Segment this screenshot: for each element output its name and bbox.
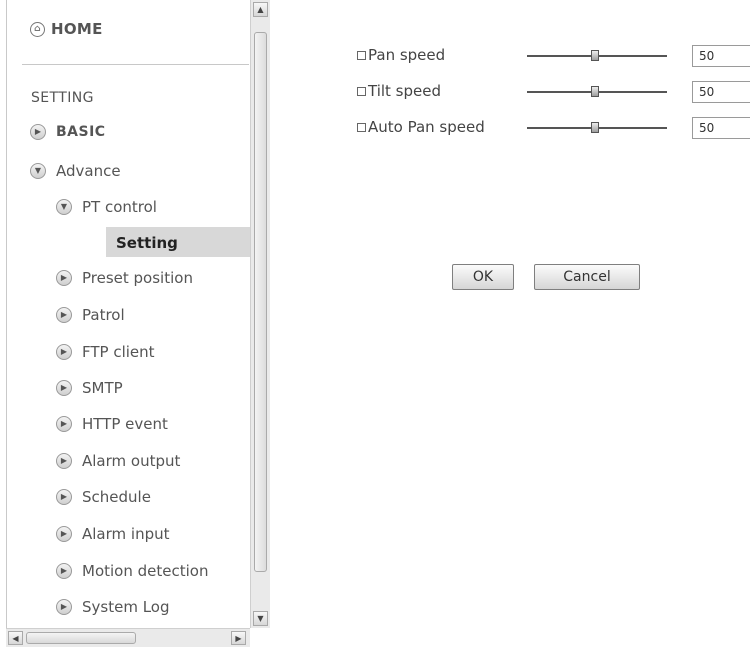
nav-item-basic[interactable]: ▶ BASIC bbox=[30, 124, 106, 140]
scroll-up-button[interactable]: ▲ bbox=[253, 2, 268, 17]
nav-item-alarm-input[interactable]: ▶ Alarm input bbox=[56, 525, 170, 543]
pan-speed-input[interactable] bbox=[692, 45, 750, 67]
arrow-right-icon: ▶ bbox=[56, 270, 72, 286]
setting-heading: SETTING bbox=[31, 90, 94, 106]
navigation-panel: ⌂ HOME SETTING ▶ BASIC ▼ Advance ▼ PT co… bbox=[0, 0, 272, 653]
nav-item-motion-detection[interactable]: ▶ Motion detection bbox=[56, 562, 208, 580]
arrow-down-icon: ▼ bbox=[56, 199, 72, 215]
arrow-right-icon: ▶ bbox=[56, 563, 72, 579]
nav-item-patrol[interactable]: ▶ Patrol bbox=[56, 306, 125, 324]
nav-item-http-event[interactable]: ▶ HTTP event bbox=[56, 415, 168, 433]
nav-item-label: Alarm output bbox=[82, 452, 181, 470]
nav-item-label: Schedule bbox=[82, 488, 151, 506]
tilt-speed-row: Tilt speed bbox=[357, 81, 750, 103]
home-icon: ⌂ bbox=[30, 21, 45, 37]
nav-item-label: BASIC bbox=[56, 124, 106, 140]
arrow-down-icon: ▼ bbox=[30, 163, 46, 179]
nav-divider bbox=[22, 64, 249, 65]
nav-item-ftp-client[interactable]: ▶ FTP client bbox=[56, 343, 155, 361]
vertical-scroll-thumb[interactable] bbox=[254, 32, 267, 572]
horizontal-scrollbar[interactable]: ◀ ▶ bbox=[6, 628, 250, 647]
arrow-right-icon: ▶ bbox=[56, 599, 72, 615]
nav-item-label: Motion detection bbox=[82, 562, 209, 580]
arrow-right-icon: ▶ bbox=[56, 344, 72, 360]
home-link[interactable]: ⌂ HOME bbox=[30, 17, 103, 41]
nav-item-smtp[interactable]: ▶ SMTP bbox=[56, 379, 123, 397]
tilt-speed-text: Tilt speed bbox=[368, 82, 442, 100]
arrow-right-icon: ▶ bbox=[56, 416, 72, 432]
auto-pan-speed-text: Auto Pan speed bbox=[368, 118, 485, 136]
nav-item-setting[interactable]: Setting bbox=[116, 234, 178, 252]
nav-item-advance[interactable]: ▼ Advance bbox=[30, 162, 121, 180]
nav-item-label: HTTP event bbox=[82, 415, 168, 433]
frame-border bbox=[6, 0, 7, 628]
nav-item-label: Preset position bbox=[82, 269, 193, 287]
nav-item-schedule[interactable]: ▶ Schedule bbox=[56, 488, 151, 506]
horizontal-scroll-thumb[interactable] bbox=[26, 632, 136, 644]
tilt-speed-label: Tilt speed bbox=[357, 82, 441, 100]
nav-item-label: SMTP bbox=[82, 379, 123, 397]
tilt-speed-input[interactable] bbox=[692, 81, 750, 103]
auto-pan-speed-input[interactable] bbox=[692, 117, 750, 139]
auto-pan-speed-row: Auto Pan speed bbox=[357, 117, 750, 139]
scroll-right-button[interactable]: ▶ bbox=[231, 631, 246, 645]
arrow-right-icon: ▶ bbox=[30, 124, 46, 140]
pan-speed-label: Pan speed bbox=[357, 46, 445, 64]
ok-button[interactable]: OK bbox=[452, 264, 514, 290]
nav-item-label: Alarm input bbox=[82, 525, 170, 543]
tilt-speed-slider-thumb[interactable] bbox=[591, 86, 599, 97]
arrow-right-icon: ▶ bbox=[56, 380, 72, 396]
auto-pan-speed-slider-thumb[interactable] bbox=[591, 122, 599, 133]
nav-item-label: Advance bbox=[56, 162, 121, 180]
nav-item-label: PT control bbox=[82, 198, 157, 216]
nav-item-label: FTP client bbox=[82, 343, 155, 361]
pan-speed-text: Pan speed bbox=[368, 46, 446, 64]
scroll-down-button[interactable]: ▼ bbox=[253, 611, 268, 626]
nav-item-preset-position[interactable]: ▶ Preset position bbox=[56, 269, 193, 287]
nav-item-label: Patrol bbox=[82, 306, 125, 324]
arrow-right-icon: ▶ bbox=[56, 489, 72, 505]
scroll-left-button[interactable]: ◀ bbox=[8, 631, 23, 645]
pan-speed-row: Pan speed bbox=[357, 45, 750, 67]
checkbox-icon bbox=[357, 122, 366, 132]
checkbox-icon bbox=[357, 86, 366, 96]
arrow-right-icon: ▶ bbox=[56, 307, 72, 323]
arrow-right-icon: ▶ bbox=[56, 526, 72, 542]
nav-item-alarm-output[interactable]: ▶ Alarm output bbox=[56, 452, 180, 470]
auto-pan-speed-label: Auto Pan speed bbox=[357, 118, 485, 136]
nav-item-pt-control[interactable]: ▼ PT control bbox=[56, 198, 157, 216]
cancel-button[interactable]: Cancel bbox=[534, 264, 640, 290]
nav-item-label: System Log bbox=[82, 598, 170, 616]
arrow-right-icon: ▶ bbox=[56, 453, 72, 469]
nav-item-system-log[interactable]: ▶ System Log bbox=[56, 598, 170, 616]
vertical-scrollbar[interactable]: ▲ ▼ bbox=[250, 0, 270, 628]
home-label: HOME bbox=[51, 20, 103, 38]
pan-speed-slider-thumb[interactable] bbox=[591, 50, 599, 61]
checkbox-icon bbox=[357, 50, 366, 60]
